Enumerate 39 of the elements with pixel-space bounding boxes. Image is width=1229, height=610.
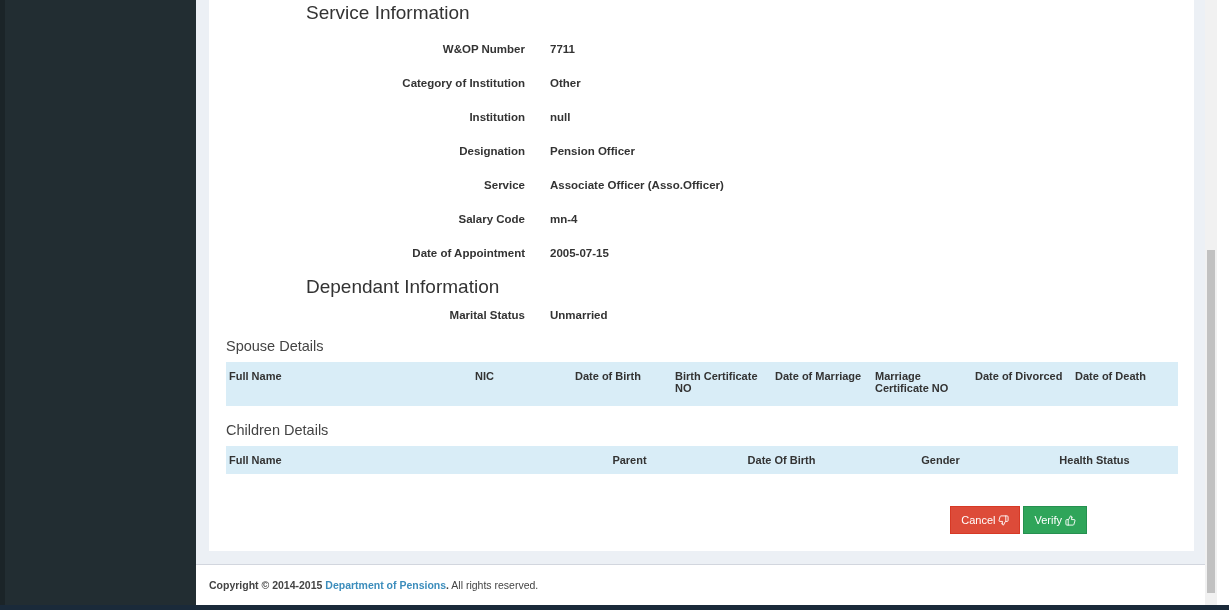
field-label: Category of Institution xyxy=(401,77,525,89)
cancel-button[interactable]: Cancel xyxy=(950,506,1021,534)
column-header: Birth Certificate NO xyxy=(675,370,759,394)
field-label: Institution xyxy=(468,111,525,123)
column-header: Date of Birth xyxy=(575,370,642,382)
thumbs-up-icon xyxy=(1065,514,1076,526)
column-header: Gender xyxy=(920,454,961,466)
table-title: Spouse Details xyxy=(226,338,325,354)
field-label: Designation xyxy=(458,145,525,157)
column-header: Marriage Certificate NO xyxy=(875,370,950,394)
table-title: Children Details xyxy=(226,422,330,438)
field-value: 7711 xyxy=(550,43,576,55)
field-value: mn-4 xyxy=(550,213,579,225)
column-header: Health Status xyxy=(1058,454,1131,466)
column-header: Date of Marriage xyxy=(775,370,863,382)
field-value: Unmarried xyxy=(550,309,609,321)
field-value: Associate Officer (Asso.Officer) xyxy=(550,179,725,191)
field-value: null xyxy=(550,111,572,123)
field-label: Marital Status xyxy=(448,309,525,321)
field-label: Service xyxy=(483,179,525,191)
column-header: Date of Death xyxy=(1075,370,1147,382)
field-label: Salary Code xyxy=(457,213,525,225)
field-label: W&OP Number xyxy=(441,43,525,55)
column-header: NIC xyxy=(475,370,495,382)
column-header: Date of Divorced xyxy=(975,370,1064,382)
thumbs-down-icon xyxy=(998,514,1010,526)
section-heading: Dependant Information xyxy=(305,276,501,298)
scrollbar[interactable] xyxy=(1205,0,1217,605)
column-header: Parent xyxy=(611,454,648,466)
copyright-text: Copyright © 2014-2015 Department of Pensions. All rights reserved. xyxy=(209,579,539,591)
field-value: 2005-07-15 xyxy=(550,247,610,259)
column-header: Full Name xyxy=(229,370,283,382)
field-value: Other xyxy=(550,77,582,89)
field-label: Date of Appointment xyxy=(411,247,525,259)
column-header: Date Of Birth xyxy=(746,454,817,466)
column-header: Full Name xyxy=(229,454,283,466)
field-value: Pension Officer xyxy=(550,145,636,157)
section-heading: Service Information xyxy=(305,2,471,24)
verify-button[interactable]: Verify xyxy=(1023,506,1087,534)
